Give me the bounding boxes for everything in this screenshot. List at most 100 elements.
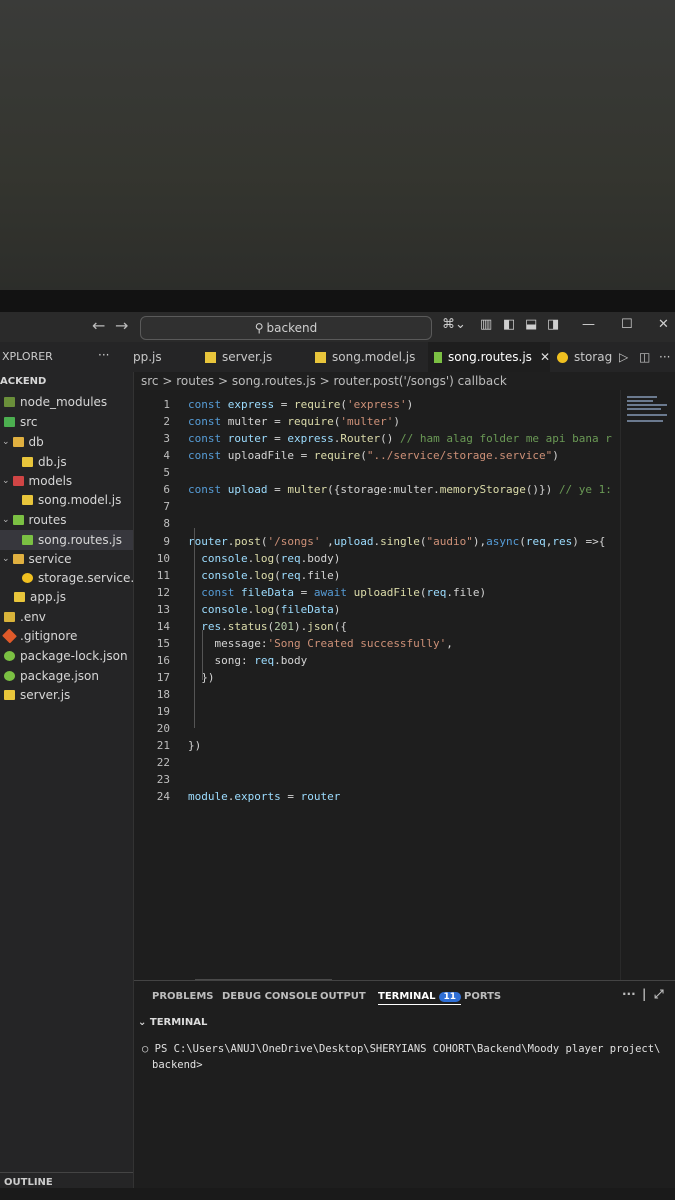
tree-item-package-lock-json[interactable]: package-lock.json — [4, 649, 128, 663]
line-number: 1 — [163, 398, 170, 411]
tree-item-models[interactable]: ⌄ models — [2, 474, 72, 488]
command-search-box[interactable]: ⚲ backend — [140, 316, 432, 340]
tab-terminal[interactable]: TERMINAL 11 — [378, 991, 462, 1005]
tree-item-server-js[interactable]: server.js — [4, 688, 70, 702]
line-number: 8 — [163, 517, 170, 530]
code-line[interactable]: const upload = multer({storage:multer.me… — [188, 483, 612, 496]
terminal-dot-icon: ○ — [142, 1043, 155, 1055]
minimize-icon[interactable]: — — [582, 317, 595, 332]
close-tab-icon[interactable]: ✕ — [540, 350, 550, 364]
maximize-panel-icon[interactable]: ⤢ — [654, 987, 664, 1002]
background-wall — [0, 0, 675, 292]
js-file-icon — [557, 351, 568, 363]
layout-icon[interactable]: ▥ — [480, 317, 492, 332]
folder-icon — [12, 437, 24, 447]
minimap-line — [627, 404, 667, 406]
tree-item-package-json[interactable]: package.json — [4, 669, 99, 683]
code-line[interactable]: const uploadFile = require("../service/s… — [188, 449, 559, 462]
terminal-prompt-line-2[interactable]: backend> — [152, 1059, 203, 1071]
code-line[interactable]: module.exports = router — [188, 790, 340, 803]
tab-debug-console[interactable]: DEBUG CONSOLE — [222, 991, 318, 1002]
minimap[interactable] — [620, 390, 675, 980]
forward-arrow-icon[interactable]: → — [115, 316, 128, 335]
breadcrumb[interactable]: src > routes > song.routes.js > router.p… — [141, 374, 507, 388]
tree-item-service[interactable]: ⌄ service — [2, 552, 72, 566]
line-number: 11 — [156, 569, 170, 582]
tree-label: song.routes.js — [38, 533, 122, 547]
line-number: 10 — [156, 552, 170, 565]
code-line[interactable]: song: req.body — [188, 654, 307, 667]
tree-item-song-model-js[interactable]: song.model.js — [22, 493, 121, 507]
vscode-window: ← → ⚲ backend ⌘⌄ ▥ ◧ ⬓ ◨ — ☐ ✕ XPLORER ·… — [0, 312, 675, 1200]
tab-problems[interactable]: PROBLEMS — [152, 991, 214, 1002]
npm-icon — [4, 651, 15, 661]
line-number: 5 — [163, 466, 170, 479]
tab-server-js[interactable]: server.js — [205, 342, 303, 372]
code-line[interactable]: res.status(201).json({ — [188, 620, 347, 633]
tree-item-db[interactable]: ⌄ db — [2, 435, 44, 449]
code-editor[interactable]: 1 const express = require('express') 2 cons… — [134, 390, 675, 980]
minimap-line — [627, 400, 653, 402]
tree-item-src[interactable]: src — [4, 415, 38, 429]
tab-app-js[interactable]: pp.js — [133, 342, 195, 372]
code-line[interactable]: }) — [188, 739, 201, 752]
folder-icon — [12, 476, 24, 486]
workspace-root[interactable]: ACKEND — [0, 376, 46, 387]
tab-output[interactable]: OUTPUT — [320, 991, 366, 1002]
tab-ports[interactable]: PORTS — [464, 991, 501, 1002]
copilot-icon[interactable]: ⌘⌄ — [442, 317, 466, 332]
minimap-line — [627, 414, 667, 416]
search-label: backend — [266, 321, 318, 335]
tree-item-gitignore[interactable]: .gitignore — [2, 628, 78, 644]
code-line[interactable]: const multer = require('multer') — [188, 415, 400, 428]
toggle-secondary-icon[interactable]: ◨ — [547, 317, 559, 332]
routes-file-icon — [22, 535, 33, 545]
terminal-prompt-line-1: ○ PS C:\Users\ANUJ\OneDrive\Desktop\SHER… — [142, 1043, 660, 1055]
split-editor-icon[interactable]: ◫ — [639, 342, 653, 372]
line-number: 22 — [156, 756, 170, 769]
chevron-down-icon: ⌄ — [2, 437, 10, 447]
tree-item-song-routes-js[interactable]: song.routes.js — [0, 530, 133, 550]
git-icon — [2, 628, 17, 644]
line-number: 16 — [156, 654, 170, 667]
tab-storage-service[interactable]: storag — [557, 342, 617, 372]
tree-item-storage-service-js[interactable]: storage.service.js — [22, 571, 144, 585]
tree-item-node-modules[interactable]: node_modules — [4, 395, 107, 409]
divider: | — [642, 987, 647, 1001]
tab-song-routes-js[interactable]: song.routes.js ✕ — [428, 342, 550, 372]
tree-item-env[interactable]: .env — [4, 610, 46, 624]
more-icon[interactable]: ··· — [622, 987, 636, 1001]
terminal-section-header[interactable]: ⌄ TERMINAL — [138, 1017, 207, 1028]
more-actions-icon[interactable]: ··· — [98, 348, 109, 362]
tree-label: .gitignore — [20, 629, 78, 643]
indent-guide — [202, 630, 203, 680]
tree-item-db-js[interactable]: db.js — [22, 455, 67, 469]
line-number: 17 — [156, 671, 170, 684]
tab-song-model-js[interactable]: song.model.js — [315, 342, 425, 372]
routes-file-icon — [434, 351, 442, 363]
folder-icon — [4, 397, 15, 407]
code-line[interactable]: const fileData = await uploadFile(req.fi… — [188, 586, 486, 599]
folder-icon — [4, 417, 15, 427]
code-line[interactable]: message:'Song Created successfully', — [188, 637, 452, 650]
back-arrow-icon[interactable]: ← — [92, 316, 105, 335]
tab-label: pp.js — [133, 350, 162, 364]
js-file-icon — [14, 592, 25, 602]
maximize-icon[interactable]: ☐ — [621, 317, 633, 332]
run-icon[interactable]: ▷ — [619, 342, 633, 372]
code-line[interactable]: const express = require('express') — [188, 398, 413, 411]
toggle-sidebar-icon[interactable]: ◧ — [503, 317, 515, 332]
tab-label: server.js — [222, 350, 273, 364]
code-line[interactable]: const router = express.Router() // ham a… — [188, 432, 612, 445]
more-icon[interactable]: ··· — [659, 342, 673, 372]
tree-item-app-js[interactable]: app.js — [14, 590, 66, 604]
js-file-icon — [22, 573, 33, 583]
code-line[interactable]: router.post('/songs' ,upload.single("aud… — [188, 535, 605, 548]
code-line[interactable]: console.log(req.body) — [188, 552, 340, 565]
close-window-icon[interactable]: ✕ — [658, 317, 669, 332]
code-line[interactable]: console.log(req.file) — [188, 569, 340, 582]
tree-item-routes[interactable]: ⌄ routes — [2, 513, 67, 527]
code-line[interactable]: console.log(fileData) — [188, 603, 340, 616]
toggle-panel-icon[interactable]: ⬓ — [525, 317, 537, 332]
monitor-bezel — [0, 290, 675, 312]
